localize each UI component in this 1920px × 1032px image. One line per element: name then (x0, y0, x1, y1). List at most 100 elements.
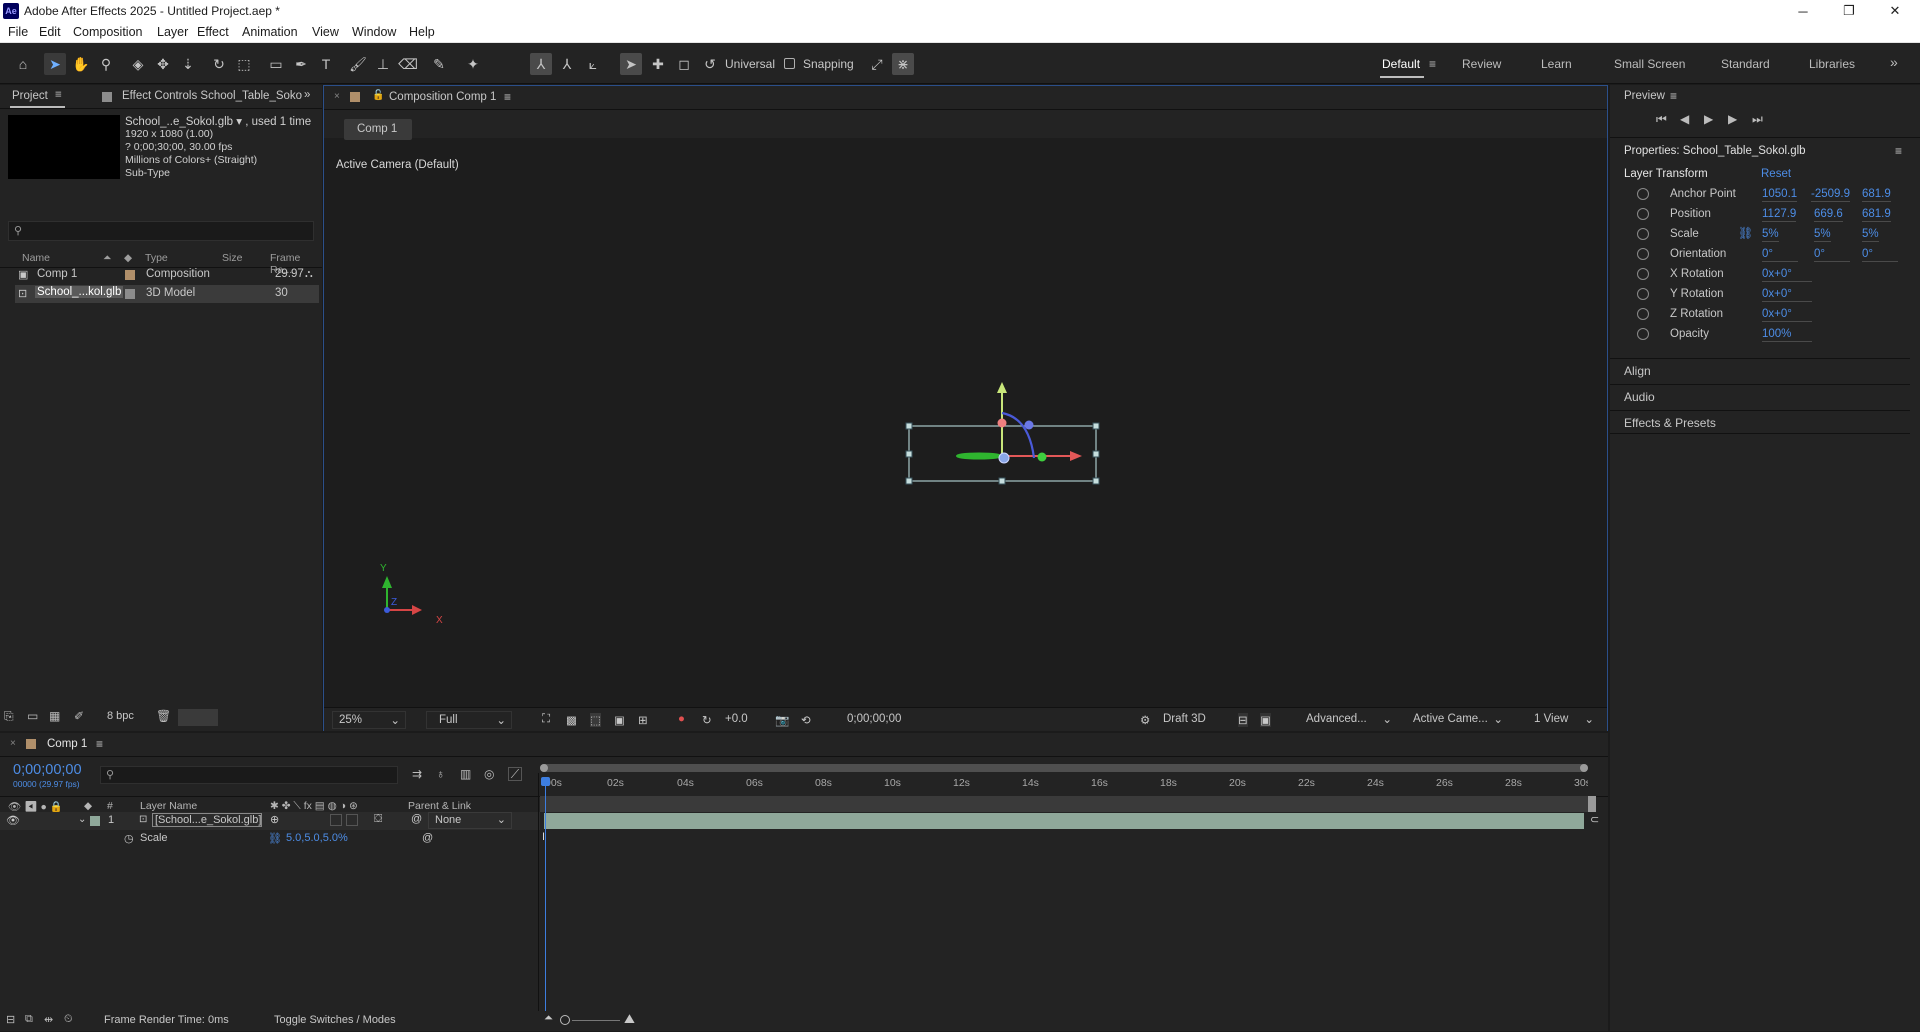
properties-menu-icon[interactable]: ≡ (1895, 144, 1902, 158)
position-y[interactable]: 669.6 (1814, 208, 1843, 222)
tab-effect-controls[interactable]: Effect Controls School_Table_Sokol.g (122, 90, 302, 102)
puppet-tool-icon[interactable]: ✦ (462, 53, 484, 75)
menu-layer[interactable]: Layer (157, 25, 188, 39)
stopwatch-icon[interactable] (1637, 188, 1649, 200)
new-folder-icon[interactable]: ▭ (27, 709, 38, 723)
label-swatch[interactable] (125, 289, 135, 299)
stopwatch-icon[interactable] (1637, 288, 1649, 300)
world-axis-mode-icon[interactable]: ⅄ (556, 53, 578, 75)
channel-rgb-icon[interactable]: ● (678, 713, 685, 725)
thumbnail-transparency-swatch[interactable] (178, 709, 218, 726)
constrain-proportions-icon[interactable]: ⛓ (268, 832, 282, 845)
hand-tool-icon[interactable]: ✋ (70, 53, 92, 75)
last-frame-icon[interactable]: ⏭ (1752, 112, 1763, 127)
item-dropdown-icon[interactable]: ▾ (236, 116, 242, 128)
work-area-end-marker[interactable] (1588, 796, 1596, 812)
transfer-controls-toggle-icon[interactable]: ⧉ (25, 1013, 33, 1026)
close-tab-icon[interactable]: × (334, 91, 340, 102)
zoom-slider-track[interactable] (572, 1020, 620, 1021)
play-icon[interactable]: ▶︎ (1704, 112, 1713, 126)
new-composition-icon[interactable]: ▦ (49, 709, 60, 723)
reset-transform-button[interactable]: Reset (1761, 168, 1791, 180)
project-item-comp-1[interactable]: ▣ Comp 1 Composition 29.97 ⛬ (15, 266, 319, 284)
zoom-dropdown[interactable]: 25% ⌄ (332, 711, 406, 729)
brush-tool-icon[interactable]: 🖌 (347, 53, 369, 75)
adjust-settings-icon[interactable]: ✐ (74, 709, 84, 723)
work-area-bar[interactable] (540, 764, 1588, 772)
rectangle-tool-icon[interactable]: ▭ (265, 53, 287, 75)
label-swatch[interactable] (125, 270, 135, 280)
orientation-y[interactable]: 0° (1814, 248, 1850, 262)
selection-tool-icon[interactable]: ➤ (44, 53, 66, 75)
visibility-eye-icon[interactable]: 👁 (6, 814, 20, 827)
menu-help[interactable]: Help (409, 25, 435, 39)
orientation-z[interactable]: 0° (1862, 248, 1898, 262)
menu-effect[interactable]: Effect (197, 25, 229, 39)
eraser-tool-icon[interactable]: ⌫ (397, 53, 419, 75)
transparency-grid-icon[interactable]: ▩ (566, 713, 577, 727)
orientation-x[interactable]: 0° (1762, 248, 1798, 262)
panel-overflow-icon[interactable]: » (304, 89, 310, 101)
collapse-transform-icon[interactable]: ⊕ (270, 813, 279, 826)
3d-layer-switch-icon[interactable]: ⛋ (374, 813, 382, 826)
zoom-slider-handle[interactable] (560, 1015, 570, 1025)
tab-composition-comp-1[interactable]: Composition Comp 1 (389, 91, 496, 103)
stopwatch-icon[interactable] (1637, 268, 1649, 280)
workspace-overflow-icon[interactable]: » (1890, 54, 1898, 70)
position-z[interactable]: 681.9 (1862, 208, 1891, 222)
renderer-icon[interactable]: ⚙ (1140, 713, 1150, 727)
draft-3d-icon[interactable]: ♁ (436, 767, 445, 781)
rotation-tool-icon[interactable]: ↻ (208, 53, 230, 75)
x-rotation-value[interactable]: 0x+0° (1762, 268, 1812, 282)
stopwatch-icon[interactable] (1637, 308, 1649, 320)
resolution-dropdown[interactable]: Full ⌄ (426, 711, 512, 729)
selected-item-name[interactable]: School_..e_Sokol.glb (125, 116, 233, 128)
comp-breadcrumb[interactable]: Comp 1 (344, 119, 412, 140)
adjustment-layer-switch[interactable] (346, 814, 358, 826)
3d-move-tool-icon[interactable]: ✚ (647, 53, 669, 75)
anchor-point-z[interactable]: 681.9 (1862, 188, 1891, 202)
clone-stamp-tool-icon[interactable]: ⊥ (372, 53, 394, 75)
local-axis-mode-icon[interactable]: ⅄ (530, 53, 552, 75)
pick-whip-icon[interactable]: @ (411, 813, 422, 825)
expand-chevron-icon[interactable]: ⌄ (78, 814, 86, 825)
universal-mode-label[interactable]: Universal (725, 57, 775, 71)
workspace-libraries[interactable]: Libraries (1809, 57, 1855, 71)
label-column-icon[interactable]: ◆ (124, 252, 132, 264)
exposure-value[interactable]: +0.0 (725, 713, 748, 725)
toggle-switches-modes-button[interactable]: Toggle Switches / Modes (274, 1014, 396, 1026)
workspace-menu-icon[interactable]: ≡ (1429, 57, 1436, 71)
orbit-tool-icon[interactable]: ◈ (127, 53, 149, 75)
3d-select-tool-icon[interactable]: ➤ (620, 53, 642, 75)
minimize-button[interactable]: ─ (1780, 0, 1826, 22)
y-rotation-value[interactable]: 0x+0° (1762, 288, 1812, 302)
in-out-toggle-icon[interactable]: ⇹ (44, 1013, 53, 1026)
column-layer-name[interactable]: Layer Name (140, 800, 197, 812)
audio-panel-section[interactable]: Audio (1610, 384, 1910, 408)
shy-layers-icon[interactable]: ▥ (460, 767, 471, 781)
first-frame-icon[interactable]: ⏮ (1656, 112, 1667, 127)
label-column-icon[interactable]: ◆ (84, 800, 92, 812)
sub-property-value[interactable]: 5.0,5.0,5.0% (286, 832, 348, 844)
tab-project[interactable]: Project (12, 90, 48, 102)
close-button[interactable]: ✕ (1872, 0, 1918, 22)
menu-animation[interactable]: Animation (242, 25, 298, 39)
timeline-search-input[interactable]: ⚲ (100, 766, 398, 784)
type-tool-icon[interactable]: T (315, 53, 337, 75)
3d-rotate-tool-icon[interactable]: ↺ (699, 53, 721, 75)
previous-frame-icon[interactable]: ◀︎ (1680, 112, 1689, 126)
bit-depth-button[interactable]: 8 bpc (107, 710, 134, 722)
view-axis-mode-icon[interactable]: ⟀ (582, 53, 604, 75)
tab-timeline-comp-1[interactable]: Comp 1 (47, 738, 87, 750)
next-frame-icon[interactable]: ▶︎ (1728, 112, 1737, 126)
pick-whip-icon[interactable]: @ (422, 832, 433, 844)
scale-x[interactable]: 5% (1762, 228, 1779, 242)
trash-icon[interactable]: 🗑 (156, 709, 171, 723)
pan-tool-icon[interactable]: ✥ (152, 53, 174, 75)
draft-3d-toggle[interactable]: Draft 3D (1163, 713, 1206, 725)
column-name[interactable]: Name (22, 252, 50, 264)
mask-visibility-icon[interactable]: ▣ (614, 713, 625, 727)
stopwatch-icon[interactable] (1637, 208, 1649, 220)
stopwatch-icon[interactable]: ◷ (124, 832, 134, 845)
project-search-input[interactable]: ⚲ (8, 221, 314, 241)
